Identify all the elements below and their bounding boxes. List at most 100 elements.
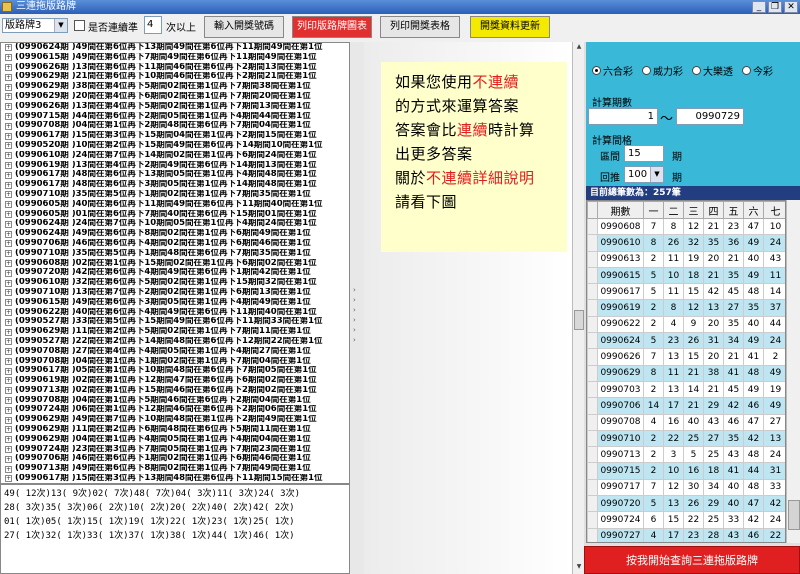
tree-item[interactable]: + (0990720期 )42間在第6位再下4期間49間在第6位再下1期間42間在… bbox=[1, 268, 349, 278]
column-header[interactable]: 三 bbox=[683, 201, 704, 219]
table-row[interactable]: 0990724 6 15 22 25 33 42 24 bbox=[587, 511, 785, 529]
row-selector[interactable] bbox=[587, 511, 598, 529]
grid-scroll-thumb[interactable] bbox=[788, 500, 800, 530]
column-header[interactable]: 六 bbox=[743, 201, 764, 219]
expand-icon[interactable]: + bbox=[5, 279, 12, 287]
chevron-right-icon[interactable]: › bbox=[353, 296, 356, 304]
tree-item[interactable]: + (0990713期 )02間在第1位再下15期間46間在第6位再下2期間02間… bbox=[1, 386, 349, 396]
expand-icon[interactable]: + bbox=[5, 161, 12, 169]
minimize-button[interactable]: _ bbox=[752, 1, 766, 13]
table-row[interactable]: 0990710 2 22 25 27 35 42 13 bbox=[587, 429, 785, 448]
tree-item[interactable]: + (0990713期 )49間在第6位再下8期間02間在第1位再下7期間49間在… bbox=[1, 464, 349, 474]
column-header[interactable]: 五 bbox=[723, 201, 744, 219]
chevron-right-icon[interactable]: › bbox=[353, 306, 356, 314]
radio-dot[interactable] bbox=[692, 66, 701, 75]
radio-dot[interactable] bbox=[742, 66, 751, 75]
tree-item[interactable]: + (0990710期 )35間在第5位再下1期間02間在第1位再下7期間35間在… bbox=[1, 190, 349, 200]
grid-scrollbar[interactable] bbox=[786, 200, 800, 543]
expand-icon[interactable]: + bbox=[5, 289, 12, 297]
expand-icon[interactable]: + bbox=[5, 299, 12, 307]
expand-icon[interactable]: + bbox=[5, 446, 12, 454]
tree-item[interactable]: + (0990615期 )49間在第6位再下3期間05間在第1位再下4期間49間在… bbox=[1, 298, 349, 308]
tree-item[interactable]: + (0990617期 )05間在第1位再下10期間48間在第6位再下7期間05間… bbox=[1, 366, 349, 376]
consecutive-checkbox[interactable] bbox=[74, 20, 85, 31]
row-selector[interactable] bbox=[587, 478, 598, 497]
expand-icon[interactable]: + bbox=[5, 93, 12, 101]
tree-item[interactable]: + (0990520期 )10間在第2位再下15期間49間在第6位再下14期間10… bbox=[1, 141, 349, 151]
tree-item[interactable]: + (0990610期 )24間在第7位再下14期間02間在第1位再下6期間24間… bbox=[1, 151, 349, 161]
tree-item[interactable]: + (0990619期 )13間在第4位再下2期間49間在第6位再下14期間13間… bbox=[1, 161, 349, 171]
expand-icon[interactable]: + bbox=[5, 191, 12, 199]
period-from-input[interactable]: 1 bbox=[588, 108, 658, 125]
expand-icon[interactable]: + bbox=[5, 269, 12, 277]
expand-icon[interactable]: + bbox=[5, 83, 12, 91]
tree-item[interactable]: + (0990629期 )04間在第1位再下4期間05間在第1位再下4期間04間在… bbox=[1, 435, 349, 445]
expand-icon[interactable]: + bbox=[5, 240, 12, 248]
radio-dot[interactable] bbox=[592, 66, 601, 75]
row-selector[interactable] bbox=[587, 462, 598, 480]
table-row[interactable]: 0990713 2 3 5 25 43 48 24 bbox=[587, 446, 785, 464]
expand-icon[interactable]: + bbox=[5, 377, 12, 385]
period-to-input[interactable]: 0990729 bbox=[676, 108, 744, 125]
row-selector[interactable] bbox=[587, 495, 598, 513]
row-selector[interactable] bbox=[587, 315, 598, 334]
column-header[interactable]: 期數 bbox=[597, 201, 644, 219]
table-row[interactable]: 0990703 2 13 14 21 45 49 19 bbox=[587, 380, 785, 399]
tree-item[interactable]: + (0990708期 )27間在第4位再下4期間05間在第1位再下4期間27間在… bbox=[1, 347, 349, 357]
row-selector[interactable] bbox=[587, 397, 598, 415]
expand-icon[interactable]: + bbox=[5, 387, 12, 395]
row-selector[interactable] bbox=[587, 413, 598, 431]
table-row[interactable]: 0990706 14 17 21 29 42 46 49 bbox=[587, 397, 785, 415]
path-select[interactable]: 版路牌3 ▼ bbox=[2, 18, 68, 33]
tree-item[interactable]: + (0990617期 )48間在第6位再下3期間05間在第1位再下14期間48間… bbox=[1, 180, 349, 190]
tree-item[interactable]: + (0990710期 )35間在第5位再下1期間48間在第6位再下7期間35間在… bbox=[1, 249, 349, 259]
chevron-down-icon[interactable]: ▼ bbox=[650, 167, 663, 182]
tree-item[interactable]: + (0990610期 )32間在第6位再下5期間02間在第1位再下15期間32間… bbox=[1, 278, 349, 288]
expand-icon[interactable]: + bbox=[5, 122, 12, 130]
expand-icon[interactable]: + bbox=[5, 132, 12, 140]
tree-item[interactable]: + (0990629期 )11間在第2位再下5期間02間在第1位再下7期間11間在… bbox=[1, 327, 349, 337]
radio-lottery-1[interactable]: 威力彩 bbox=[642, 63, 683, 78]
expand-icon[interactable]: + bbox=[5, 103, 12, 111]
table-row[interactable]: 0990615 5 10 18 21 35 49 11 bbox=[587, 266, 785, 285]
expand-icon[interactable]: + bbox=[5, 416, 12, 424]
tree-item[interactable]: + (0990624期 )24間在第7位再下10期間05間在第1位再下4期間24間… bbox=[1, 219, 349, 229]
print-table-button[interactable]: 列印開獎表格 bbox=[380, 16, 460, 38]
row-selector[interactable] bbox=[587, 283, 598, 301]
table-row[interactable]: 0990624 5 23 26 31 34 49 24 bbox=[587, 332, 785, 350]
row-selector[interactable] bbox=[587, 364, 598, 382]
expand-icon[interactable]: + bbox=[5, 367, 12, 375]
table-row[interactable]: 0990613 2 11 19 20 21 40 43 bbox=[587, 250, 785, 268]
tree-item[interactable]: + (0990619期 )02間在第1位再下12期間47間在第6位再下6期間02間… bbox=[1, 376, 349, 386]
table-row[interactable]: 0990720 5 13 26 29 40 47 42 bbox=[587, 495, 785, 513]
tree-item[interactable]: + (0990724期 )06間在第1位再下12期間46間在第6位再下2期間06間… bbox=[1, 405, 349, 415]
panel-splitter[interactable]: › › › › › › bbox=[350, 42, 364, 574]
expand-icon[interactable]: + bbox=[5, 259, 12, 267]
row-selector[interactable] bbox=[587, 380, 598, 399]
expand-icon[interactable]: + bbox=[5, 210, 12, 218]
tree-item[interactable]: + (0990626期 )13間在第6位再下11期間46間在第6位再下2期間13間… bbox=[1, 63, 349, 73]
row-selector[interactable] bbox=[587, 299, 598, 317]
tree-item[interactable]: + (0990527期 )22間在第2位再下14期間48間在第6位再下12期間22… bbox=[1, 337, 349, 347]
expand-icon[interactable]: + bbox=[5, 338, 12, 346]
radio-lottery-3[interactable]: 今彩 bbox=[742, 63, 773, 78]
expand-icon[interactable]: + bbox=[5, 348, 12, 356]
tree-item[interactable]: + (0990617期 )15間在第3位再下15期間04間在第1位再下2期間15間… bbox=[1, 131, 349, 141]
table-row[interactable]: 0990727 4 17 23 28 43 46 22 bbox=[587, 527, 785, 542]
expand-icon[interactable]: + bbox=[5, 112, 12, 120]
tree-item[interactable]: + (0990629期 )21間在第6位再下10期間46間在第6位再下2期間21間… bbox=[1, 72, 349, 82]
print-chart-button[interactable]: 列印版路牌圖表 bbox=[292, 16, 372, 38]
tree-item[interactable]: + (0990605期 )01間在第6位再下7期間40間在第6位再下15期間01間… bbox=[1, 210, 349, 220]
radio-lottery-0[interactable]: 六合彩 bbox=[592, 63, 633, 78]
restore-button[interactable]: ❐ bbox=[768, 1, 782, 13]
row-selector[interactable] bbox=[587, 332, 598, 350]
tree-item[interactable]: + (0990617期 )48間在第6位再下13期間05間在第1位再下4期間48間… bbox=[1, 170, 349, 180]
expand-icon[interactable]: + bbox=[5, 250, 12, 258]
table-row[interactable]: 0990708 4 16 40 43 46 47 27 bbox=[587, 413, 785, 431]
expand-icon[interactable]: + bbox=[5, 465, 12, 473]
radio-dot[interactable] bbox=[642, 66, 651, 75]
table-row[interactable]: 0990617 5 11 15 42 45 48 14 bbox=[587, 283, 785, 301]
row-selector[interactable] bbox=[587, 266, 598, 285]
chevron-right-icon[interactable]: › bbox=[353, 326, 356, 334]
table-row[interactable]: 0990715 2 10 16 18 41 44 31 bbox=[587, 462, 785, 480]
